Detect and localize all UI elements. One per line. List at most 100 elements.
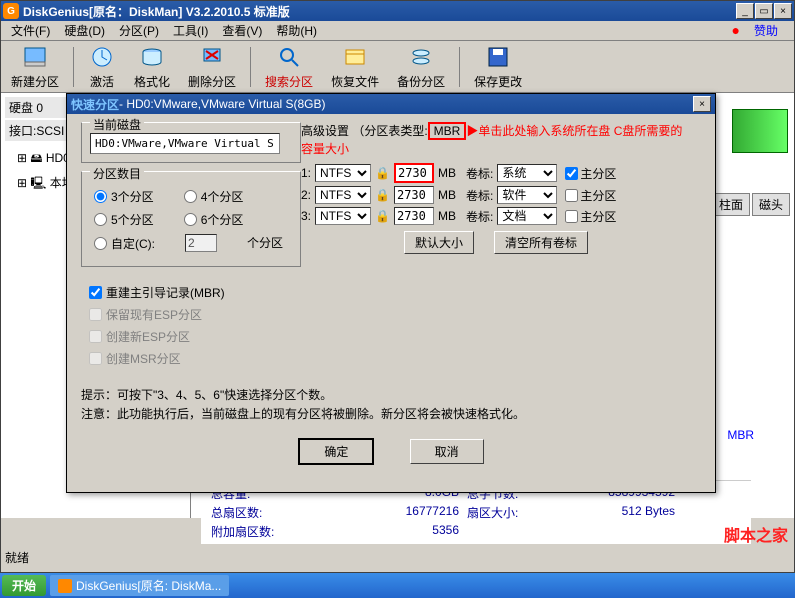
delete-icon: [198, 43, 226, 71]
row-num: 1:: [301, 166, 311, 180]
toolbar-new[interactable]: 新建分区: [7, 41, 63, 92]
primary-checkbox-3[interactable]: 主分区: [565, 208, 616, 225]
new-icon: [21, 43, 49, 71]
disk-preview: [732, 109, 788, 153]
maximize-button[interactable]: ▭: [755, 3, 773, 19]
fs-select-3[interactable]: NTFS: [315, 207, 371, 225]
menu-disk[interactable]: 硬盘(D): [58, 20, 111, 41]
clear-labels-button[interactable]: 清空所有卷标: [494, 231, 588, 254]
radio-3-partitions[interactable]: 3个分区: [94, 188, 154, 205]
info-k-extra: 附加扇区数:: [211, 523, 301, 540]
primary-checkbox-2[interactable]: 主分区: [565, 187, 616, 204]
vol-select-1[interactable]: 系统: [497, 164, 557, 182]
lock-icon[interactable]: 🔒: [375, 188, 390, 202]
start-button[interactable]: 开始: [2, 575, 46, 596]
menu-tools[interactable]: 工具(I): [167, 20, 214, 41]
dialog-title-a: 快速分区: [71, 96, 119, 113]
size-input-2[interactable]: [394, 186, 434, 204]
mb-label: MB: [438, 188, 456, 202]
hint-2: 注意：此功能执行后，当前磁盘上的现有分区将被删除。新分区将会被快速格式化。: [81, 405, 701, 422]
format-icon: [138, 43, 166, 71]
checkbox-keep-esp: 保留现有ESP分区: [89, 306, 293, 323]
column-headers: 柱面 磁头: [712, 193, 790, 216]
radio-4-partitions[interactable]: 4个分区: [184, 188, 244, 205]
current-disk-name: HD0:VMware,VMware Virtual S: [90, 133, 280, 154]
toolbar-recover[interactable]: 恢复文件: [327, 41, 383, 92]
toolbar-backup[interactable]: 备份分区: [393, 41, 449, 92]
vol-label: 卷标:: [466, 187, 493, 204]
toolbar-search[interactable]: 搜索分区: [261, 41, 317, 92]
vol-label: 卷标:: [466, 208, 493, 225]
radio-6-partitions[interactable]: 6个分区: [184, 211, 244, 228]
watermark: 脚本之家: [724, 522, 788, 546]
taskbar-item-diskgenius[interactable]: DiskGenius[原名: DiskMa...: [50, 575, 229, 596]
dialog-close-button[interactable]: ×: [693, 96, 711, 112]
row-num: 2:: [301, 188, 311, 202]
titlebar: G DiskGenius[原名：DiskMan] V3.2.2010.5 标准版…: [1, 1, 794, 21]
col-cylinder[interactable]: 柱面: [712, 193, 750, 216]
fs-select-1[interactable]: NTFS: [315, 164, 371, 182]
hint-1: 提示：可按下"3、4、5、6"快速选择分区个数。: [81, 386, 701, 403]
current-disk-group: 当前磁盘 HD0:VMware,VMware Virtual S: [81, 122, 301, 163]
ok-button[interactable]: 确定: [298, 438, 374, 465]
search-icon: [275, 43, 303, 71]
menu-file[interactable]: 文件(F): [5, 20, 56, 41]
toolbar-activate[interactable]: 激活: [84, 41, 120, 92]
partition-row-1: 1: NTFS 🔒 MB 卷标:系统主分区: [301, 163, 691, 183]
mbr-label: MBR: [727, 428, 754, 442]
cancel-button[interactable]: 取消: [410, 439, 484, 464]
checkbox-new-esp: 创建新ESP分区: [89, 328, 293, 345]
toolbar-format[interactable]: 格式化: [130, 41, 174, 92]
current-disk-legend: 当前磁盘: [90, 116, 144, 133]
partition-count-group: 分区数目 3个分区 4个分区 5个分区 6个分区 自定(C): 个分区: [81, 171, 301, 267]
window-title: DiskGenius[原名：DiskMan] V3.2.2010.5 标准版: [23, 3, 736, 20]
mbr-highlight: MBR: [428, 122, 467, 140]
mb-label: MB: [438, 209, 456, 223]
partition-row-2: 2: NTFS 🔒 MB 卷标:软件主分区: [301, 186, 691, 204]
dialog-title-b: - HD0:VMware,VMware Virtual S(8GB): [119, 97, 326, 111]
checkbox-rebuild-mbr[interactable]: 重建主引导记录(MBR): [89, 284, 293, 301]
advanced-header: 高级设置 （分区表类型:MBR▶单击此处输入系统所在盘 C盘所需要的容量大小: [301, 122, 691, 157]
fs-select-2[interactable]: NTFS: [315, 186, 371, 204]
menubar: 文件(F) 硬盘(D) 分区(P) 工具(I) 查看(V) 帮助(H) ●赞助: [1, 21, 794, 41]
menu-partition[interactable]: 分区(P): [113, 20, 165, 41]
info-k-sectors: 总扇区数:: [211, 504, 301, 521]
col-head[interactable]: 磁头: [752, 193, 790, 216]
row-num: 3:: [301, 209, 311, 223]
vol-select-3[interactable]: 文档: [497, 207, 557, 225]
radio-custom[interactable]: 自定(C):: [94, 234, 155, 252]
sponsor-link[interactable]: ●赞助: [720, 20, 790, 41]
vol-label: 卷标:: [466, 165, 493, 182]
quick-partition-dialog: 快速分区 - HD0:VMware,VMware Virtual S(8GB) …: [66, 93, 716, 493]
radio-5-partitions[interactable]: 5个分区: [94, 211, 154, 228]
backup-icon: [407, 43, 435, 71]
menu-help[interactable]: 帮助(H): [270, 20, 323, 41]
app-icon: G: [3, 3, 19, 19]
size-input-1[interactable]: [394, 163, 434, 183]
lock-icon[interactable]: 🔒: [375, 166, 390, 180]
toolbar-delete[interactable]: 删除分区: [184, 41, 240, 92]
lock-icon[interactable]: 🔒: [375, 209, 390, 223]
toolbar-save[interactable]: 保存更改: [470, 41, 526, 92]
minimize-button[interactable]: _: [736, 3, 754, 19]
dialog-hints: 提示：可按下"3、4、5、6"快速选择分区个数。 注意：此功能执行后，当前磁盘上…: [81, 376, 701, 428]
partition-row-3: 3: NTFS 🔒 MB 卷标:文档主分区: [301, 207, 691, 225]
menu-view[interactable]: 查看(V): [216, 20, 268, 41]
activate-icon: [88, 43, 116, 71]
dialog-titlebar: 快速分区 - HD0:VMware,VMware Virtual S(8GB) …: [67, 94, 715, 114]
taskbar: 开始 DiskGenius[原名: DiskMa...: [0, 573, 795, 598]
save-icon: [484, 43, 512, 71]
partition-count-legend: 分区数目: [90, 165, 144, 182]
primary-checkbox-1[interactable]: 主分区: [565, 165, 616, 182]
default-size-button[interactable]: 默认大小: [404, 231, 474, 254]
close-button[interactable]: ×: [774, 3, 792, 19]
info-v-sector-size: 512 Bytes: [555, 504, 675, 521]
size-input-3[interactable]: [394, 207, 434, 225]
custom-count-input[interactable]: [185, 234, 217, 252]
custom-count-suffix: 个分区: [247, 234, 283, 252]
info-v-sectors: 16777216: [309, 504, 459, 521]
task-app-icon: [58, 579, 72, 593]
checkbox-msr: 创建MSR分区: [89, 350, 293, 367]
vol-select-2[interactable]: 软件: [497, 186, 557, 204]
mb-label: MB: [438, 166, 456, 180]
